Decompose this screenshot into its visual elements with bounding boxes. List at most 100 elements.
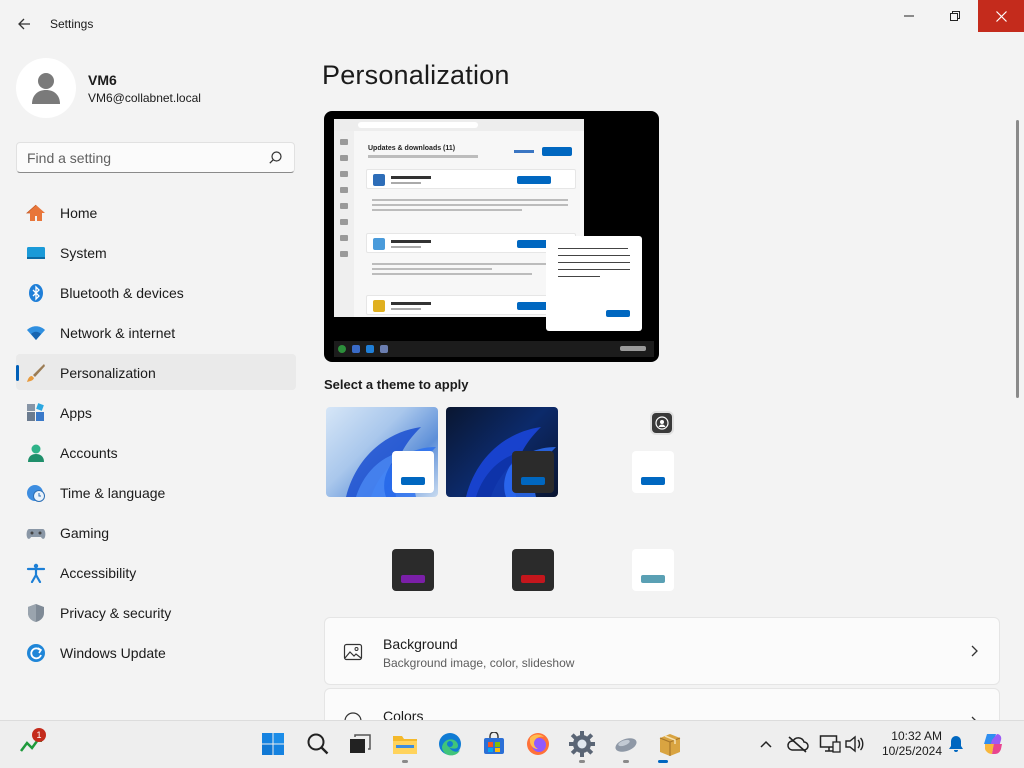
user-name: VM6 (88, 72, 117, 88)
sidebar-item-network[interactable]: Network & internet (16, 314, 296, 350)
sidebar-item-accounts[interactable]: Accounts (16, 434, 296, 470)
theme-captured-motion[interactable] (326, 505, 438, 595)
sidebar-item-system[interactable]: System (16, 234, 296, 270)
minimize-icon (904, 15, 914, 17)
avatar (16, 58, 76, 118)
sidebar-item-bluetooth[interactable]: Bluetooth & devices (16, 274, 296, 310)
back-arrow-icon (18, 18, 30, 30)
sidebar-item-label: Privacy & security (60, 605, 172, 621)
theme-sunrise[interactable] (446, 505, 558, 595)
mouse-app-running-indicator (623, 760, 629, 763)
sidebar-item-accessibility[interactable]: Accessibility (16, 554, 296, 590)
sidebar-item-label: Personalization (60, 365, 156, 381)
sidebar-item-apps[interactable]: Apps (16, 394, 296, 430)
restore-icon (950, 11, 960, 21)
sidebar-item-label: Accessibility (60, 565, 137, 581)
apps-icon (27, 403, 44, 421)
card-subtitle: Background image, color, slideshow (383, 656, 575, 670)
system-icon (27, 247, 45, 259)
sidebar-item-time-language[interactable]: Time & language (16, 474, 296, 510)
firefox-button[interactable] (524, 730, 552, 758)
user-avatar-icon (32, 73, 60, 104)
package-app-active-indicator (658, 760, 668, 763)
background-card[interactable]: Background Background image, color, slid… (324, 617, 1000, 685)
sidebar-item-label: Home (60, 205, 98, 221)
sidebar-item-label: Network & internet (60, 325, 176, 341)
restore-button[interactable] (932, 0, 978, 32)
home-icon (26, 204, 45, 221)
close-button[interactable] (978, 0, 1024, 32)
scrollbar-thumb[interactable] (1016, 120, 1019, 398)
onedrive-tray-button[interactable] (784, 730, 812, 758)
theme-dark[interactable] (446, 407, 558, 497)
sidebar-item-label: Time & language (60, 485, 166, 501)
search-icon[interactable] (269, 151, 282, 164)
accounts-icon (28, 444, 44, 462)
edge-icon (439, 733, 461, 756)
settings-button[interactable] (568, 730, 596, 758)
bell-icon (949, 736, 963, 752)
volume-tray-button[interactable] (840, 730, 868, 758)
accessibility-icon (26, 563, 46, 583)
preview-dialog (546, 236, 642, 331)
store-button[interactable] (480, 730, 508, 758)
gear-icon (569, 731, 595, 757)
sidebar-item-label: System (60, 245, 107, 261)
tray-date: 10/25/2024 (881, 744, 942, 758)
theme-light[interactable] (326, 407, 438, 497)
update-icon (27, 644, 45, 662)
sidebar-item-privacy-security[interactable]: Privacy & security (16, 594, 296, 630)
cloud-offline-icon (787, 736, 809, 753)
sidebar-nav: Home System Bluetooth & devices Network … (16, 194, 296, 674)
image-icon (343, 643, 363, 661)
theme-badge-icon (650, 411, 674, 435)
copilot-icon (984, 734, 1002, 754)
sidebar-item-home[interactable]: Home (16, 194, 296, 230)
preview-titlebar (334, 119, 584, 131)
back-button[interactable] (10, 12, 38, 36)
notifications-button[interactable] (942, 730, 970, 758)
tray-clock[interactable]: 10:32 AM 10/25/2024 (876, 729, 942, 759)
chevron-up-icon (760, 740, 772, 748)
show-hidden-icons-button[interactable] (752, 730, 780, 758)
app-title: Settings (50, 17, 94, 31)
start-button[interactable] (259, 730, 287, 758)
user-profile[interactable]: VM6 VM6@collabnet.local (16, 58, 296, 118)
edge-button[interactable] (436, 730, 464, 758)
package-app-button[interactable] (656, 730, 684, 758)
tray-time: 10:32 AM (891, 729, 942, 743)
folder-icon (393, 736, 417, 754)
task-view-button[interactable] (346, 730, 374, 758)
store-icon (484, 732, 504, 754)
mouse-app-button[interactable] (612, 730, 640, 758)
minimize-button[interactable] (886, 0, 932, 32)
task-view-icon (350, 734, 371, 753)
theme-flow[interactable] (566, 505, 678, 595)
settings-running-indicator (579, 760, 585, 763)
sidebar-item-label: Gaming (60, 525, 110, 541)
copilot-button[interactable] (978, 730, 1006, 758)
file-explorer-running-indicator (402, 760, 408, 763)
wifi-icon (27, 326, 45, 340)
page-title: Personalization (322, 60, 510, 90)
chevron-right-icon (971, 645, 978, 657)
sidebar-item-windows-update[interactable]: Windows Update (16, 634, 296, 670)
windows-logo-icon (262, 733, 284, 755)
search-taskbar-button[interactable] (304, 730, 332, 758)
card-title: Background (383, 636, 458, 652)
preview-sidebar (334, 131, 354, 317)
title-bar: Settings (0, 0, 1024, 48)
package-icon (659, 734, 681, 756)
sidebar-item-personalization[interactable]: Personalization (16, 354, 296, 390)
user-email: VM6@collabnet.local (88, 91, 201, 105)
search-box (16, 142, 295, 173)
search-input[interactable] (27, 149, 257, 167)
sidebar-item-gaming[interactable]: Gaming (16, 514, 296, 550)
desktop-preview: Updates & downloads (11) (324, 111, 659, 362)
preview-taskbar (334, 341, 654, 357)
sidebar-item-label: Bluetooth & devices (60, 285, 184, 301)
notification-badge: 1 (32, 728, 46, 742)
file-explorer-button[interactable] (391, 730, 419, 758)
sidebar-item-label: Accounts (60, 445, 118, 461)
sidebar-item-label: Apps (60, 405, 92, 421)
